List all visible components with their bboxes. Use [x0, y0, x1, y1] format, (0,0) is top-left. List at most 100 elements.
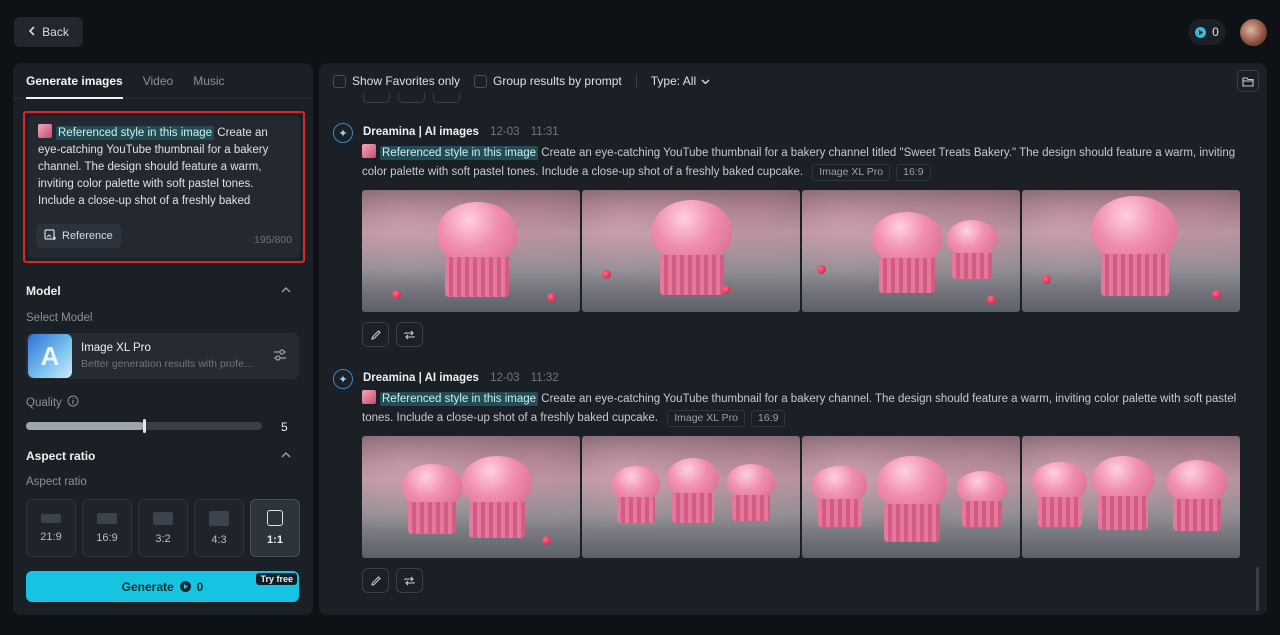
- group-header: Dreamina | AI images 12-03 11:31: [363, 126, 559, 138]
- result-group: ✦ Dreamina | AI images 12-03 11:32 Refer…: [333, 369, 1253, 599]
- ratio-4-3[interactable]: 4:3: [194, 499, 244, 557]
- credits-badge[interactable]: 0: [1188, 19, 1226, 45]
- model-description: Better generation results with professio…: [81, 358, 256, 370]
- group-header: Dreamina | AI images 12-03 11:32: [363, 372, 559, 384]
- type-filter-dropdown[interactable]: Type: All: [651, 74, 710, 88]
- aspect-ratio-options: 21:9 16:9 3:2 4:3 1:1: [26, 499, 300, 557]
- generated-image[interactable]: [1022, 190, 1240, 312]
- ratio-16-9[interactable]: 16:9: [82, 499, 132, 557]
- group-date: 12-03: [490, 126, 520, 138]
- generated-image[interactable]: [582, 190, 800, 312]
- ratio-3-2[interactable]: 3:2: [138, 499, 188, 557]
- chevron-up-icon[interactable]: [281, 285, 291, 296]
- tab-generate-images[interactable]: Generate images: [26, 63, 123, 99]
- favorites-label: Show Favorites only: [352, 74, 461, 88]
- reference-image-thumbnail: [362, 144, 376, 158]
- image-grid: [362, 436, 1240, 558]
- info-icon[interactable]: [67, 395, 79, 410]
- ratio-1-1[interactable]: 1:1: [250, 499, 300, 557]
- prompt-input[interactable]: Referenced style in this image Create an…: [28, 116, 300, 258]
- prompt-highlight-box: Referenced style in this image Create an…: [23, 111, 305, 263]
- group-time: 11:32: [530, 372, 559, 384]
- favorites-checkbox[interactable]: Show Favorites only: [333, 74, 460, 88]
- edit-pencil-icon[interactable]: [362, 322, 389, 347]
- credits-count: 0: [1212, 25, 1219, 39]
- group-time: 11:31: [530, 126, 559, 138]
- reference-image-thumbnail: [38, 124, 52, 138]
- generated-image[interactable]: [362, 190, 580, 312]
- quality-value: 5: [281, 420, 288, 434]
- group-label: Group results by prompt: [493, 74, 622, 88]
- model-section-title: Model: [26, 284, 61, 298]
- ratio-label: 4:3: [211, 533, 227, 546]
- generate-button[interactable]: Generate 0 Try free: [26, 571, 299, 602]
- generated-image[interactable]: [582, 436, 800, 558]
- source-label: Dreamina | AI images: [363, 126, 479, 138]
- ratio-21-9[interactable]: 21:9: [26, 499, 76, 557]
- ratio-tag: 16:9: [751, 410, 786, 427]
- folder-icon[interactable]: [1237, 70, 1259, 92]
- model-selector[interactable]: A Image XL Pro Better generation results…: [26, 333, 299, 379]
- toolbar-divider: [635, 74, 637, 88]
- generated-image[interactable]: [362, 436, 580, 558]
- results-panel: Show Favorites only Group results by pro…: [319, 63, 1267, 615]
- regenerate-icon[interactable]: [396, 568, 423, 593]
- back-button[interactable]: Back: [14, 17, 83, 47]
- chevron-down-icon: [701, 74, 710, 88]
- checkbox-icon: [474, 74, 488, 88]
- ratio-label: 1:1: [267, 534, 283, 546]
- reference-button[interactable]: Reference: [36, 224, 121, 248]
- ratio-shape-icon: [41, 513, 61, 523]
- previous-actions-partial: [363, 93, 460, 103]
- type-filter-label: Type: All: [650, 74, 697, 88]
- image-grid: [362, 190, 1240, 312]
- quality-slider[interactable]: [26, 419, 262, 433]
- credit-coin-icon: [1195, 26, 1207, 38]
- tab-music[interactable]: Music: [193, 63, 224, 99]
- generated-image[interactable]: [802, 190, 1020, 312]
- select-model-label: Select Model: [26, 312, 93, 324]
- reference-image-thumbnail: [362, 390, 376, 404]
- group-by-prompt-checkbox[interactable]: Group results by prompt: [474, 74, 622, 88]
- tab-video[interactable]: Video: [143, 63, 173, 99]
- chevron-up-icon[interactable]: [281, 450, 291, 461]
- sliders-icon[interactable]: [273, 348, 287, 367]
- credit-coin-icon: [179, 581, 191, 592]
- ratio-label: 21:9: [40, 530, 62, 543]
- source-label: Dreamina | AI images: [363, 372, 479, 384]
- ratio-shape-icon: [209, 510, 229, 526]
- quality-slider-fill: [26, 422, 144, 430]
- reference-style-chip[interactable]: Referenced style in this image: [380, 392, 539, 406]
- aspect-section-title: Aspect ratio: [26, 449, 96, 463]
- edit-pencil-icon[interactable]: [362, 568, 389, 593]
- generate-panel: Generate images Video Music Referenced s…: [13, 63, 313, 615]
- result-group: ✦ Dreamina | AI images 12-03 11:31 Refer…: [333, 123, 1253, 353]
- results-scrollbar[interactable]: [1256, 567, 1259, 611]
- mode-tabs: Generate images Video Music: [13, 63, 313, 99]
- generated-image[interactable]: [802, 436, 1020, 558]
- quality-label: Quality: [26, 396, 62, 409]
- quality-label-row: Quality: [26, 395, 79, 410]
- try-free-badge: Try free: [256, 573, 297, 585]
- ratio-shape-icon: [97, 512, 117, 524]
- checkbox-icon: [333, 74, 346, 88]
- avatar[interactable]: [1240, 19, 1267, 46]
- group-prompt: Referenced style in this image Create an…: [362, 144, 1252, 182]
- generate-cost: 0: [196, 579, 204, 594]
- quality-slider-handle[interactable]: [143, 419, 146, 433]
- character-counter: 195/800: [254, 234, 292, 246]
- aspect-ratio-label: Aspect ratio: [26, 476, 87, 488]
- group-actions: [362, 568, 423, 593]
- back-label: Back: [42, 25, 69, 39]
- generated-image[interactable]: [1022, 436, 1240, 558]
- generate-label: Generate: [121, 579, 174, 594]
- model-tag: Image XL Pro: [812, 164, 891, 181]
- group-date: 12-03: [490, 372, 520, 384]
- reference-style-chip[interactable]: Referenced style in this image: [56, 126, 215, 140]
- reference-style-chip[interactable]: Referenced style in this image: [380, 146, 539, 160]
- group-prompt: Referenced style in this image Create an…: [362, 390, 1252, 428]
- regenerate-icon[interactable]: [396, 322, 423, 347]
- model-name: Image XL Pro: [81, 342, 151, 354]
- group-actions: [362, 322, 423, 347]
- image-reference-icon: [44, 228, 56, 244]
